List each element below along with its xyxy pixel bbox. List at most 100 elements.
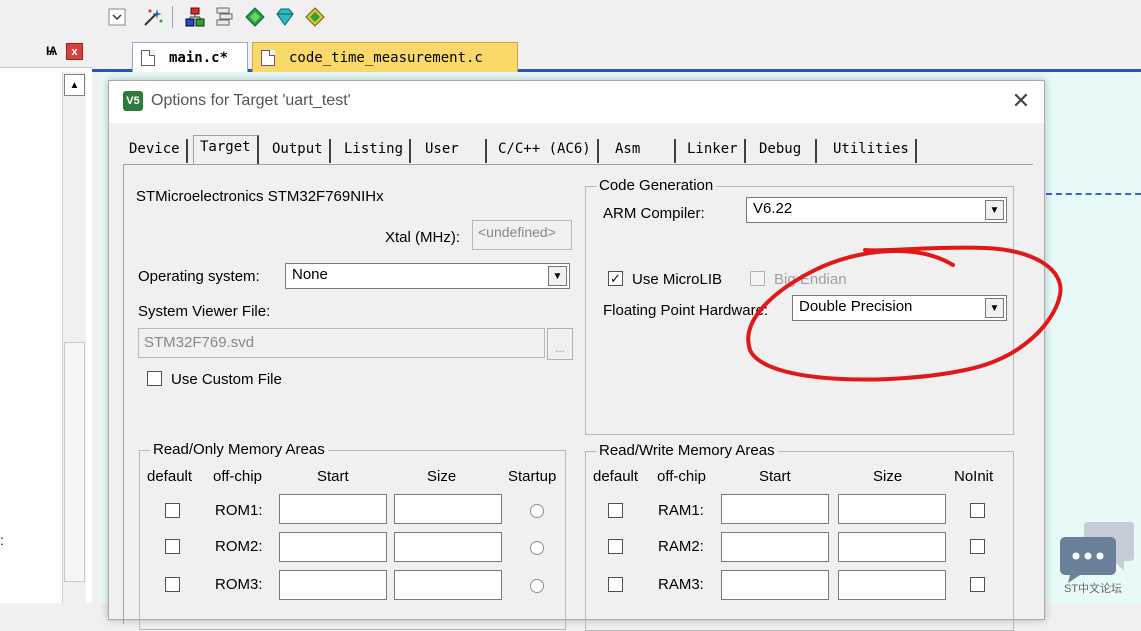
xtal-label: Xtal (MHz): [385,229,460,246]
ram3-label: RAM3: [658,576,704,593]
rom2-startup-radio[interactable] [530,541,544,555]
tab-debug[interactable]: Debug [753,139,818,163]
os-label: Operating system: [138,268,260,285]
ro-memory-title: Read/Only Memory Areas [150,441,328,458]
rom3-startup-radio[interactable] [530,579,544,593]
editor-gutter [92,72,100,603]
ram2-default-checkbox[interactable] [608,539,623,554]
svf-browse-button[interactable]: ... [547,328,573,360]
rom2-size-input[interactable] [394,532,502,562]
editor-tab-main-c[interactable]: main.c* [132,42,248,72]
device-name: STMicroelectronics STM32F769NIHx [136,188,384,205]
close-icon[interactable]: ✕ [1009,88,1033,113]
rom2-start-input[interactable] [279,532,387,562]
xtal-field[interactable]: <undefined> [472,220,572,250]
file-icon [261,49,275,66]
toolbar [0,0,1141,38]
use-microlib-label: Use MicroLIB [632,271,723,288]
ram2-label: RAM2: [658,538,704,555]
big-endian-checkbox[interactable] [750,271,765,286]
ro-header-start: Start [317,468,349,485]
gem-icon[interactable] [272,4,298,30]
rom3-start-input[interactable] [279,570,387,600]
dialog-title-bar[interactable]: V5 Options for Target 'uart_test' ✕ [109,81,1044,123]
ram1-label: RAM1: [658,502,704,519]
dropdown-toggle-icon[interactable] [104,4,130,30]
rom1-size-input[interactable] [394,494,502,524]
rom1-label: ROM1: [215,502,263,519]
ro-header-size: Size [427,468,457,485]
ro-header-offchip: off-chip [213,468,262,485]
layers-icon[interactable] [212,4,238,30]
scroll-up-icon[interactable]: ▲ [64,74,85,96]
magic-wand-icon[interactable] [140,4,166,30]
tab-target[interactable]: Target [193,135,259,165]
use-custom-file-label: Use Custom File [171,371,282,388]
rom1-startup-radio[interactable] [530,504,544,518]
ram3-start-input[interactable] [721,570,829,600]
manage-project-items-icon[interactable] [182,4,208,30]
tab-linker[interactable]: Linker [681,139,746,163]
tab-utilities[interactable]: Utilities [827,139,917,163]
tab-user[interactable]: User [419,139,487,163]
ram1-noinit-checkbox[interactable] [970,503,985,518]
keil-app-icon: V5 [123,91,143,111]
ram3-size-input[interactable] [838,570,946,600]
ram2-size-input[interactable] [838,532,946,562]
tab-output[interactable]: Output [266,139,331,163]
ram2-noinit-checkbox[interactable] [970,539,985,554]
use-custom-file-checkbox[interactable] [147,371,162,386]
tab-device[interactable]: Device [123,139,188,163]
rw-header-noinit: NoInit [954,468,994,485]
arm-compiler-label: ARM Compiler: [603,205,705,222]
scroll-thumb[interactable] [64,342,85,582]
fph-select[interactable]: Double Precision ▼ [792,295,1007,321]
rw-header-start: Start [759,468,791,485]
os-select[interactable]: None ▼ [285,263,570,289]
ram3-default-checkbox[interactable] [608,577,623,592]
arm-compiler-select[interactable]: V6.22 ▼ [746,197,1007,223]
rom3-default-checkbox[interactable] [165,577,180,592]
rom2-label: ROM2: [215,538,263,555]
svf-field[interactable]: STM32F769.svd [138,328,545,358]
ram1-size-input[interactable] [838,494,946,524]
green-diamond-icon[interactable] [242,4,268,30]
rom1-start-input[interactable] [279,494,387,524]
rw-header-size: Size [873,468,903,485]
ram1-start-input[interactable] [721,494,829,524]
rom2-default-checkbox[interactable] [165,539,180,554]
ro-header-default: default [147,468,193,485]
rom3-label: ROM3: [215,576,263,593]
ram1-default-checkbox[interactable] [608,503,623,518]
ro-header-startup: Startup [508,468,557,485]
forum-badge-label: ST中文论坛 [1064,583,1123,595]
tab-asm[interactable]: Asm [609,139,677,163]
editor-tab-code-time-measurement[interactable]: code_time_measurement.c [252,42,518,72]
close-panel-icon[interactable]: x [66,43,83,60]
rom1-default-checkbox[interactable] [165,503,180,518]
chevron-down-icon[interactable]: ▼ [985,200,1004,220]
vertical-scrollbar[interactable]: ▲ [62,72,86,603]
tab-cpp-ac6[interactable]: C/C++ (AC6) [492,139,599,163]
rom3-size-input[interactable] [394,570,502,600]
chevron-down-icon[interactable]: ▼ [548,266,567,286]
pack-installer-icon[interactable] [302,4,328,30]
project-panel: Ѩ x ▲ : [0,38,92,603]
file-icon [141,49,155,66]
project-panel-header: Ѩ x [0,38,92,68]
rw-header-default: default [593,468,639,485]
ram3-noinit-checkbox[interactable] [970,577,985,592]
tab-listing[interactable]: Listing [338,139,412,163]
editor-tab-label: main.c* [169,49,229,66]
code-generation-title: Code Generation [596,177,717,194]
pin-icon[interactable]: Ѩ [46,44,57,58]
panel-text-fragment: : [0,532,4,548]
use-microlib-checkbox[interactable]: ✓ [608,271,623,286]
rw-header-offchip: off-chip [657,468,706,485]
options-for-target-dialog: V5 Options for Target 'uart_test' ✕ Devi… [108,80,1045,631]
editor-tab-bar: main.c* code_time_measurement.c [92,38,1141,72]
ram2-start-input[interactable] [721,532,829,562]
chevron-down-icon[interactable]: ▼ [985,298,1004,318]
editor-dashed-line [1046,193,1141,203]
big-endian-label: Big Endian [774,271,847,288]
